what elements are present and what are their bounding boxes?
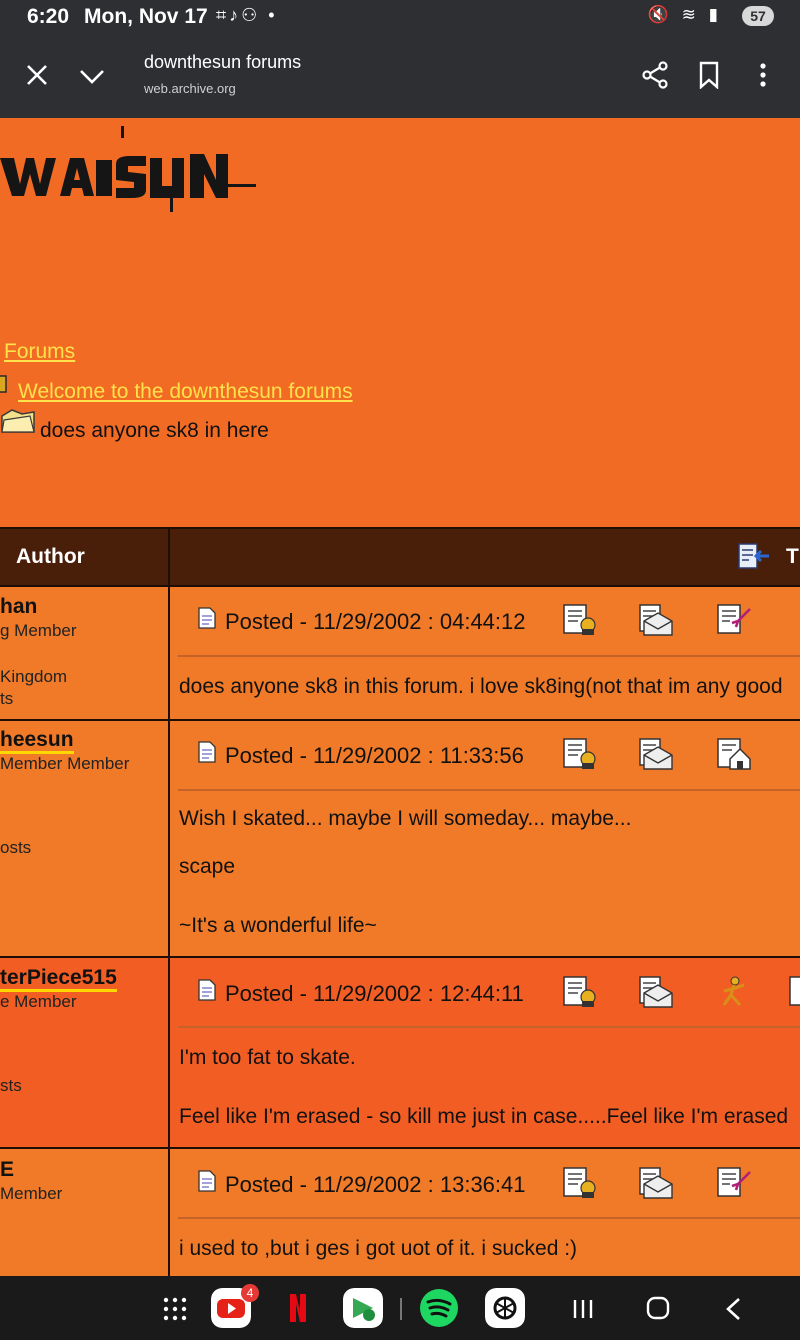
- back-icon[interactable]: [722, 1296, 746, 1322]
- page-url[interactable]: web.archive.org: [144, 81, 236, 96]
- topic-column-header: T: [786, 545, 799, 568]
- author-cell: E Member: [0, 1149, 170, 1277]
- author-cell: terPiece515 e Member sts: [0, 958, 170, 1147]
- email-icon[interactable]: [638, 603, 674, 637]
- posted-date: Posted - 11/29/2002 : 13:36:41: [225, 1172, 526, 1197]
- status-date: Mon, Nov 17: [84, 5, 208, 28]
- downthesun-logo[interactable]: [0, 126, 260, 216]
- youtube-badge: 4: [241, 1284, 259, 1302]
- post-separator: [178, 655, 800, 657]
- email-icon[interactable]: [638, 737, 674, 771]
- author-location: Kingdom: [0, 667, 68, 686]
- post-separator: [178, 1217, 800, 1219]
- author-posts: osts: [0, 838, 32, 857]
- author-name[interactable]: heesun: [0, 729, 74, 754]
- dock-divider: [400, 1298, 402, 1320]
- email-icon[interactable]: [638, 1166, 674, 1200]
- post-row: E Member Posted - 11/29/2002 : 13:36:41 …: [0, 1149, 800, 1277]
- post-page-icon: [198, 979, 216, 1001]
- post-message: i used to ,but i ges i got uot of it. i …: [179, 1237, 578, 1260]
- author-name[interactable]: terPiece515: [0, 967, 117, 992]
- profile-icon[interactable]: [562, 975, 598, 1009]
- breadcrumb-topic: does anyone sk8 in here: [40, 419, 269, 442]
- spotify-app-icon[interactable]: [419, 1288, 459, 1328]
- post-row: terPiece515 e Member sts Posted - 11/29/…: [0, 958, 800, 1149]
- post-page-icon: [198, 741, 216, 763]
- signature-line: Feel like I'm erased - so kill me just i…: [179, 1105, 789, 1128]
- posted-date: Posted - 11/29/2002 : 11:33:56: [225, 743, 524, 768]
- status-bar: 6:20 Mon, Nov 17 ⌗♪⚇ • 🔇 ≋ ▮ 57: [0, 0, 800, 34]
- signature-line: scape: [179, 855, 236, 878]
- notification-icons: ⌗♪⚇ •: [216, 5, 278, 25]
- netflix-app-icon[interactable]: [278, 1288, 318, 1328]
- author-cell: han g Member Kingdom ts: [0, 587, 170, 719]
- posted-date: Posted - 11/29/2002 : 12:44:11: [225, 981, 524, 1006]
- chatgpt-app-icon[interactable]: [485, 1288, 525, 1328]
- battery-icon: 57: [742, 6, 774, 26]
- post-row: han g Member Kingdom ts Posted - 11/29/2…: [0, 587, 800, 721]
- breadcrumb-forum-link[interactable]: Welcome to the downthesun forums: [18, 380, 353, 404]
- post-message: I'm too fat to skate.: [179, 1046, 356, 1069]
- post-page-icon: [198, 607, 216, 629]
- profile-icon[interactable]: [562, 737, 598, 771]
- homepage-icon[interactable]: [716, 737, 752, 771]
- author-rank: e Member: [0, 992, 77, 1011]
- recents-icon[interactable]: [570, 1296, 596, 1322]
- post-separator: [178, 789, 800, 791]
- post-message: Wish I skated... maybe I will someday...…: [179, 807, 632, 830]
- system-icons: 🔇 ≋ ▮: [647, 5, 722, 24]
- app-drawer-icon[interactable]: [162, 1296, 188, 1322]
- reply-quote-icon[interactable]: [716, 603, 752, 637]
- custom-tab-toolbar: downthesun forums web.archive.org: [0, 34, 800, 118]
- status-time: 6:20: [27, 5, 70, 28]
- bookmark-icon[interactable]: [698, 61, 720, 89]
- play-games-app-icon[interactable]: [343, 1288, 383, 1328]
- author-column-header: Author: [16, 545, 85, 568]
- table-header: Author T: [0, 527, 800, 587]
- system-nav-bar: 4: [0, 1276, 800, 1340]
- post-row: heesun Member Member osts Posted - 11/29…: [0, 721, 800, 958]
- author-posts: ts: [0, 689, 14, 708]
- post-page-icon: [198, 1170, 216, 1192]
- author-cell: heesun Member Member osts: [0, 721, 170, 956]
- email-icon[interactable]: [638, 975, 674, 1009]
- reply-quote-icon[interactable]: [716, 1166, 752, 1200]
- author-rank: g Member: [0, 621, 77, 640]
- profile-icon[interactable]: [562, 1166, 598, 1200]
- home-icon[interactable]: [644, 1294, 672, 1322]
- posted-date: Posted - 11/29/2002 : 04:44:12: [225, 609, 526, 634]
- aim-icon[interactable]: [716, 975, 752, 1009]
- open-folder-icon: [1, 409, 35, 433]
- close-icon[interactable]: [24, 60, 50, 90]
- folder-icon: [0, 375, 7, 393]
- prev-topic-icon[interactable]: [737, 541, 771, 571]
- author-rank: Member Member: [0, 754, 130, 773]
- more-vert-icon[interactable]: [752, 61, 774, 89]
- reply-quote-icon[interactable]: [788, 975, 800, 1009]
- author-posts: sts: [0, 1076, 22, 1095]
- column-divider: [168, 529, 170, 587]
- signature-line: ~It's a wonderful life~: [179, 914, 377, 937]
- author-rank: Member: [0, 1184, 63, 1203]
- share-icon[interactable]: [640, 60, 670, 90]
- page-title: downthesun forums: [144, 52, 302, 72]
- author-name[interactable]: E: [0, 1158, 14, 1182]
- chevron-down-icon[interactable]: [78, 62, 106, 90]
- author-name[interactable]: han: [0, 595, 37, 619]
- post-separator: [178, 1026, 800, 1028]
- breadcrumb-forums-link[interactable]: Forums: [4, 340, 75, 364]
- forum-header: Forums Welcome to the downthesun forums …: [0, 118, 800, 528]
- profile-icon[interactable]: [562, 603, 598, 637]
- post-message: does anyone sk8 in this forum. i love sk…: [179, 675, 783, 698]
